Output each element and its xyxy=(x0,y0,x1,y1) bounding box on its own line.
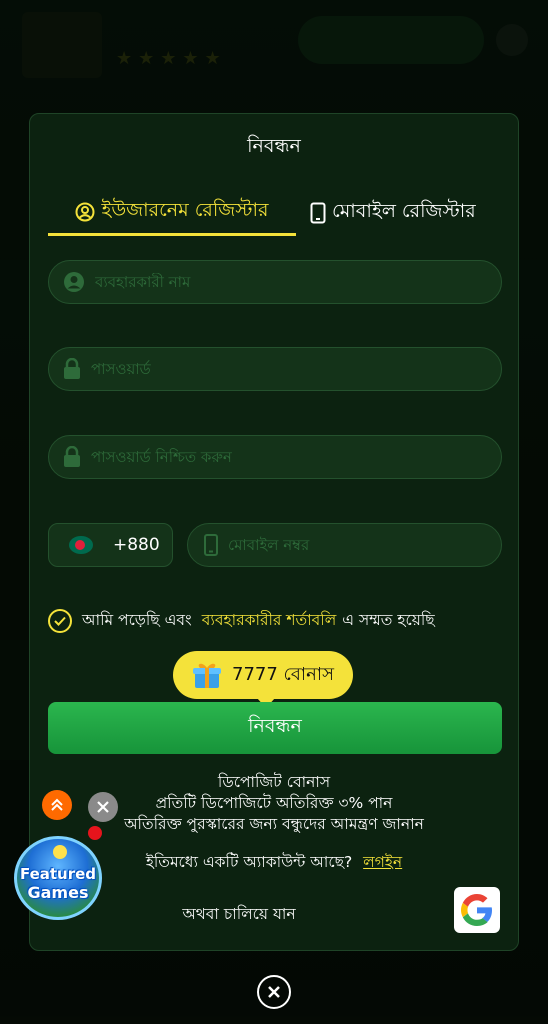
tab-mobile-register[interactable]: মোবাইল রেজিস্টার xyxy=(310,190,510,236)
user-circle-icon xyxy=(75,202,95,221)
confirm-password-field[interactable] xyxy=(48,435,502,479)
tab-label: ইউজারনেম রেজিস্টার xyxy=(101,198,269,221)
lock-icon xyxy=(64,358,80,379)
google-icon xyxy=(461,894,492,926)
games-label: Games xyxy=(27,883,89,902)
featured-games-badge[interactable]: Featured Games xyxy=(14,836,102,920)
register-modal: নিবন্ধন ইউজারনেম রেজিস্টার মোবাইল রেজিস্… xyxy=(29,113,519,951)
register-tabs: ইউজারনেম রেজিস্টার মোবাইল রেজিস্টার xyxy=(48,190,504,236)
mobile-phone-icon xyxy=(204,534,218,556)
featured-label: Featured xyxy=(19,865,97,883)
user-circle-icon xyxy=(64,272,84,292)
register-button[interactable]: নিবন্ধন xyxy=(48,702,502,754)
or-continue-text: অথবা চালিয়ে যান xyxy=(182,905,296,923)
close-icon xyxy=(268,986,280,998)
checkmark-icon xyxy=(54,616,66,626)
chevron-up-icon xyxy=(51,798,63,811)
modal-close-button[interactable] xyxy=(257,975,291,1009)
login-link[interactable]: লগইন xyxy=(363,853,402,871)
terms-agreement: আমি পড়েছি এবং ব্যবহারকারীর শর্তাবলি এ স… xyxy=(48,608,435,634)
country-code-select[interactable]: +880 xyxy=(48,523,173,567)
login-prompt: ইতিমধ্যে একটি অ্যাকাউন্ট আছে? xyxy=(145,853,353,871)
terms-suffix: এ সম্মত হয়েছি xyxy=(342,611,435,629)
gift-icon xyxy=(193,663,222,688)
close-widget-button[interactable] xyxy=(88,792,118,822)
country-code: +880 xyxy=(113,535,160,555)
password-field[interactable] xyxy=(48,347,502,391)
confirm-password-input[interactable] xyxy=(91,448,451,466)
mobile-phone-icon xyxy=(310,202,326,224)
bonus-text: 7777 বোনাস xyxy=(232,663,334,685)
mobile-input[interactable] xyxy=(228,536,468,554)
tab-username-register[interactable]: ইউজারনেম রেজিস্টার xyxy=(48,190,296,236)
username-input[interactable] xyxy=(95,273,455,291)
lock-icon xyxy=(64,446,80,467)
tab-label: মোবাইল রেজিস্টার xyxy=(332,200,476,222)
notification-dot xyxy=(88,826,102,840)
close-icon xyxy=(97,801,109,813)
modal-title: নিবন্ধন xyxy=(247,135,301,157)
login-prompt-row: ইতিমধ্যে একটি অ্যাকাউন্ট আছে? লগইন xyxy=(30,850,518,876)
google-login-button[interactable] xyxy=(454,887,500,933)
scroll-up-button[interactable] xyxy=(42,790,72,820)
password-input[interactable] xyxy=(91,360,451,378)
bangladesh-flag-icon xyxy=(69,536,93,554)
username-field[interactable] xyxy=(48,260,502,304)
terms-checkbox[interactable] xyxy=(48,609,72,633)
terms-prefix: আমি পড়েছি এবং xyxy=(82,611,192,629)
mobile-field[interactable] xyxy=(187,523,502,567)
sun-icon xyxy=(53,845,67,859)
bonus-badge: 7777 বোনাস xyxy=(173,651,353,708)
terms-link[interactable]: ব্যবহারকারীর শর্তাবলি xyxy=(202,608,337,634)
